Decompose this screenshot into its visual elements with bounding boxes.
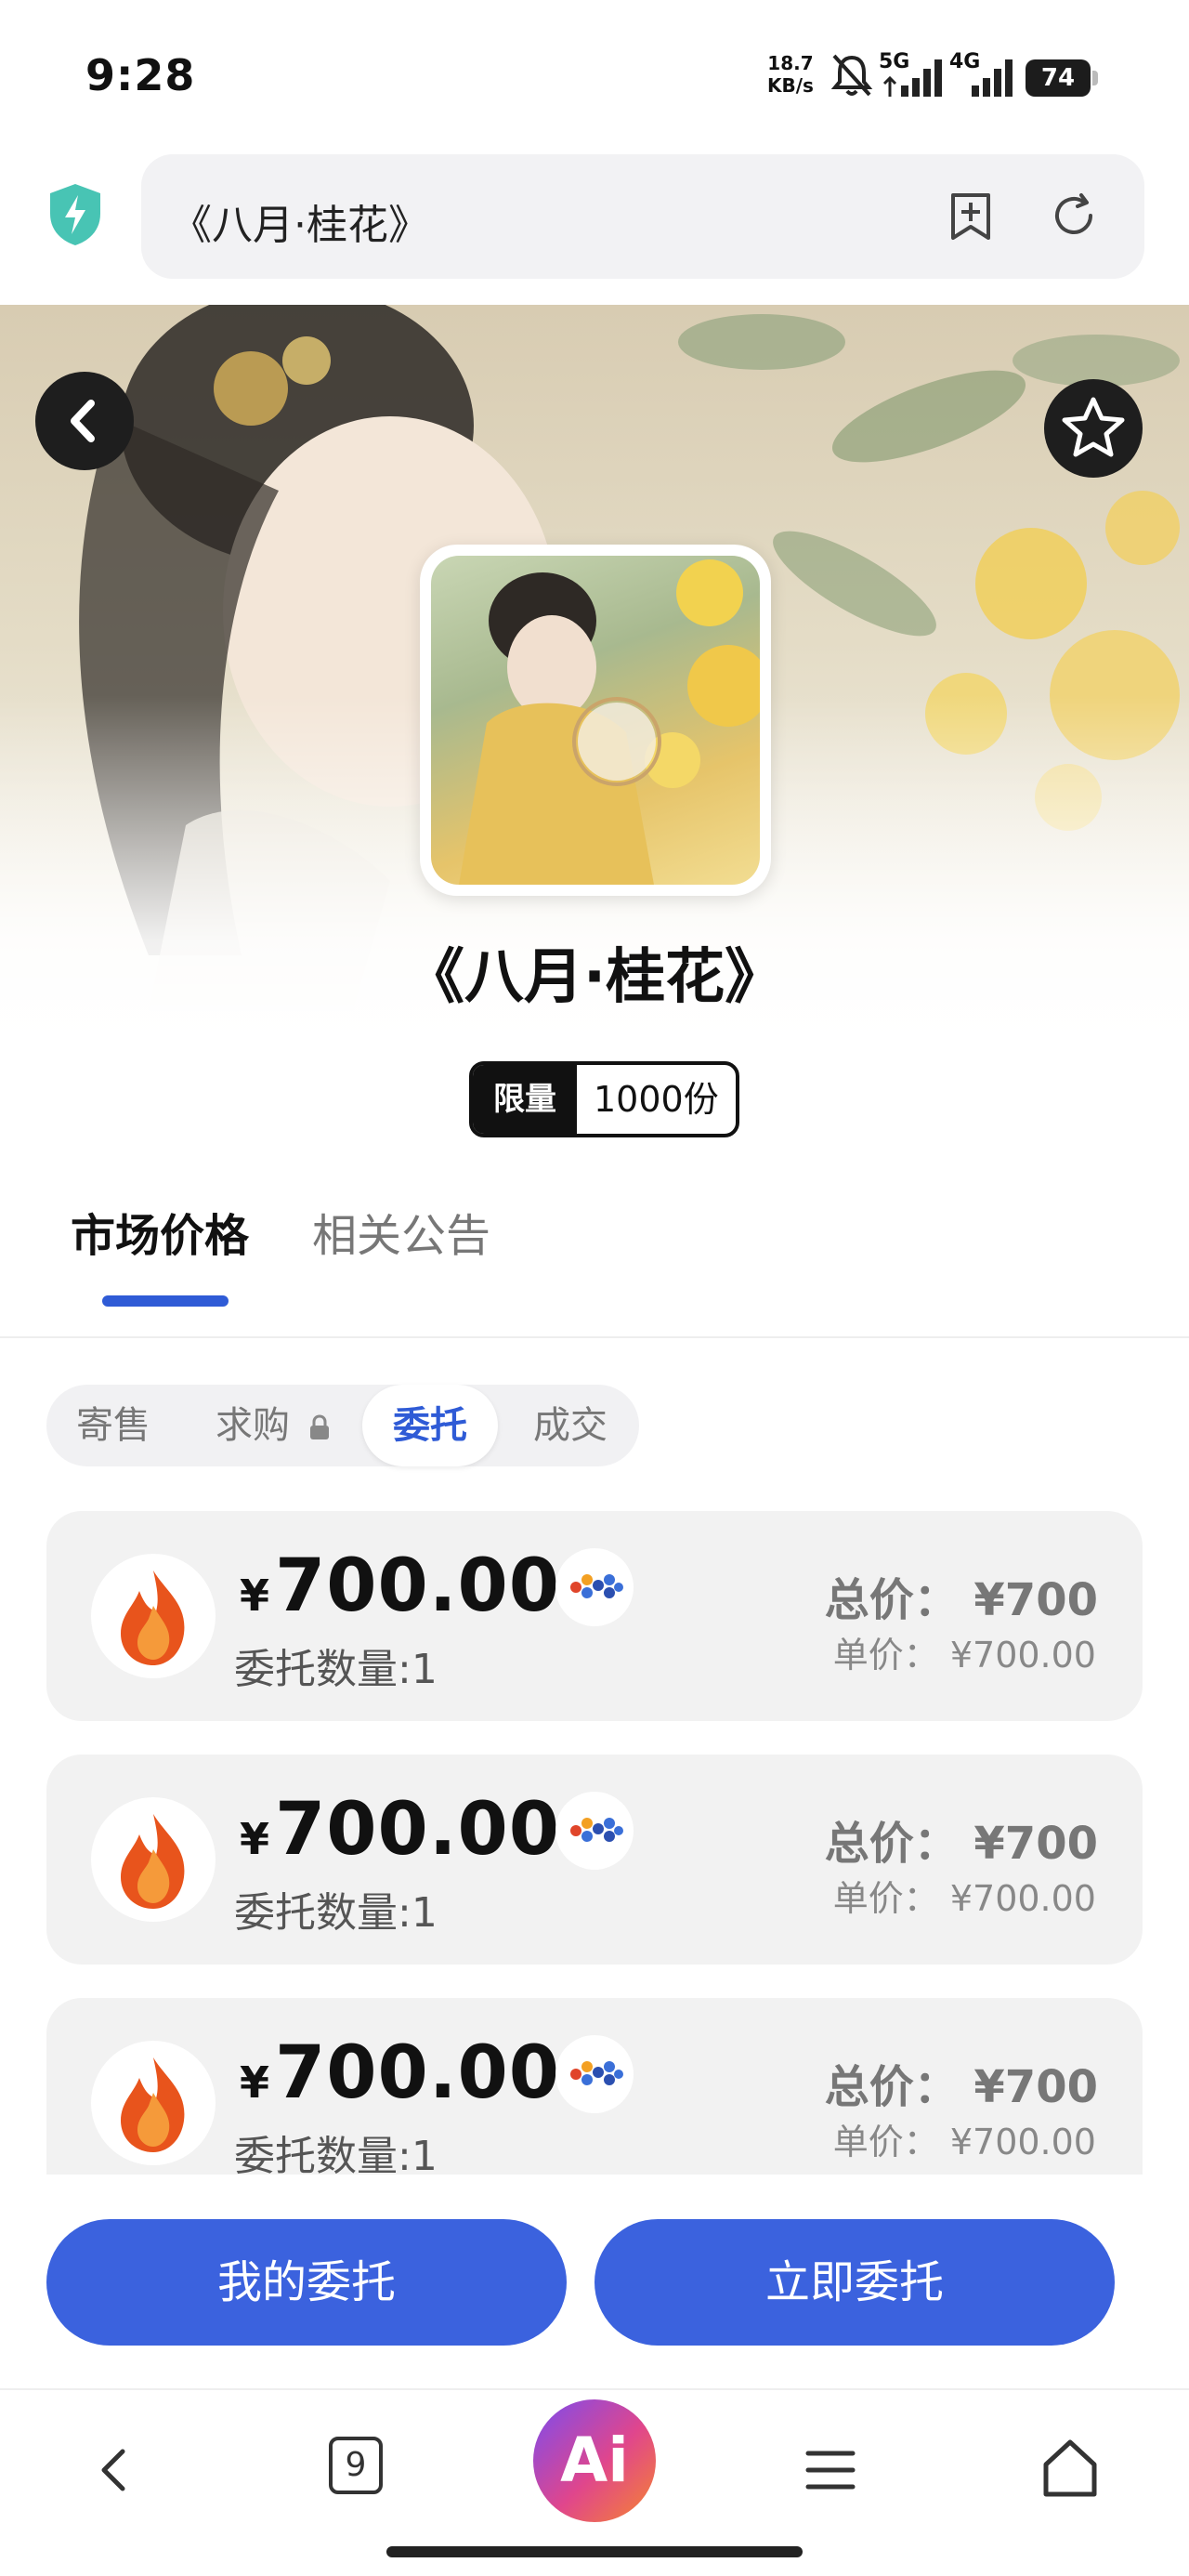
avatar [91,1554,216,1678]
browser-url-bar: 《八月·桂花》 [0,149,1189,305]
order-quantity: 委托数量:1 [234,1646,438,1693]
tab-market-price[interactable]: 市场价格 [71,1199,249,1264]
platform-logo [555,1548,634,1626]
add-bookmark-icon[interactable] [944,190,998,243]
chain-logo-icon [570,1818,623,1842]
order-unit-price: 单价： ¥700.00 [832,2122,1096,2162]
gesture-home-bar[interactable] [386,2546,803,2557]
mute-icon [830,54,873,97]
order-price: 700.00 [275,1544,560,1628]
price-currency: ¥ [240,2057,270,2108]
order-quantity: 委托数量:1 [234,1889,438,1937]
segment-purchase-label: 求购 [216,1404,290,1447]
platform-logo [555,1792,634,1870]
content-tabs: 市场价格 相关公告 [0,1171,1189,1338]
status-bar: 9:28 18.7 KB/s 5G 4G 74 [0,0,1189,149]
signal-icon-2 [972,59,1013,97]
tab-indicator [102,1295,229,1307]
menu-icon[interactable] [801,2440,860,2500]
tab-count: 9 [345,2446,367,2484]
order-total: 总价： ¥700 [824,1574,1098,1626]
flame-icon [121,2057,185,2152]
segment-purchase[interactable]: 求购 [216,1385,332,1466]
collectible-thumbnail [420,545,771,896]
order-unit-price: 单价： ¥700.00 [832,1878,1096,1919]
order-unit-price: 单价： ¥700.00 [832,1635,1096,1676]
collectible-image [431,556,760,885]
order-card[interactable]: ¥ 700.00 委托数量:1 总价： ¥700 单价： ¥700.00 [46,1998,1143,2175]
order-now-button[interactable]: 立即委托 [594,2219,1115,2346]
order-total: 总价： ¥700 [824,1818,1098,1870]
hero-banner [0,305,1189,1141]
url-field[interactable]: 《八月·桂花》 [141,154,1144,279]
chevron-left-icon [71,400,95,442]
segment-deals[interactable]: 成交 [533,1385,608,1466]
chain-logo-icon [570,1574,623,1598]
avatar [91,1797,216,1922]
order-price: 700.00 [275,2031,560,2115]
order-card[interactable]: ¥ 700.00 委托数量:1 总价： ¥700 单价： ¥700.00 [46,1511,1143,1721]
avatar [91,2041,216,2165]
lock-icon [309,1414,329,1439]
net-speed-value: 18.7 [767,52,814,74]
nav-back-icon[interactable] [85,2440,145,2500]
app-root: 9:28 18.7 KB/s 5G 4G 74 《八月·桂花》 《八月·桂花》 … [0,0,1189,2576]
battery-indicator: 74 [1026,59,1098,97]
order-type-segmented-control: 寄售 求购 委托 成交 [46,1385,639,1466]
refresh-icon[interactable] [1048,190,1102,243]
home-icon[interactable] [1039,2437,1102,2502]
order-card[interactable]: ¥ 700.00 委托数量:1 总价： ¥700 单价： ¥700.00 [46,1755,1143,1965]
platform-logo [555,2035,634,2113]
signal-icon [882,59,942,97]
order-price: 700.00 [275,1788,560,1872]
status-time: 9:28 [85,50,196,100]
limit-badge: 限量 1000份 [469,1061,739,1137]
flame-icon [121,1814,185,1909]
chain-logo-icon [570,2061,623,2085]
star-icon [1062,397,1125,457]
segment-commission[interactable]: 委托 [362,1385,498,1466]
price-currency: ¥ [240,1571,270,1621]
my-orders-button[interactable]: 我的委托 [46,2219,567,2346]
order-total: 总价： ¥700 [824,2061,1098,2113]
order-quantity: 委托数量:1 [234,2133,438,2175]
shield-icon[interactable] [46,182,104,247]
order-list: ¥ 700.00 委托数量:1 总价： ¥700 单价： ¥700.00 ¥ 7… [0,1487,1189,2175]
flame-icon [121,1571,185,1665]
price-currency: ¥ [240,1814,270,1864]
net-speed-unit: KB/s [767,74,814,97]
tab-announcements[interactable]: 相关公告 [312,1199,490,1264]
url-title: 《八月·桂花》 [171,202,429,249]
limit-label: 限量 [473,1065,577,1134]
segment-consignment[interactable]: 寄售 [76,1385,150,1466]
favorite-button[interactable] [1044,379,1143,478]
limit-value: 1000份 [594,1079,719,1120]
ai-assistant-button[interactable]: Ai [533,2399,656,2522]
tabs-button[interactable]: 9 [329,2437,383,2494]
collectible-title: 《八月·桂花》 [404,943,785,1012]
net-speed: 18.7 KB/s [767,52,814,97]
back-button[interactable] [35,372,134,470]
